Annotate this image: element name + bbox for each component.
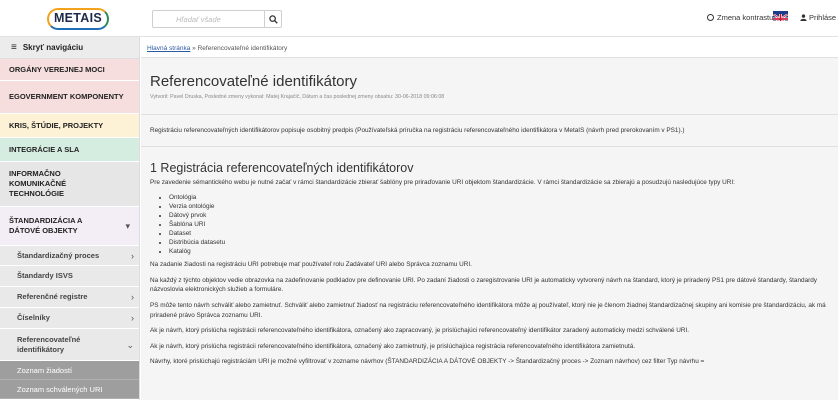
sidebar-item-label: INFORMAČNO KOMUNIKAČNÉ TECHNOLÓGIE [9,169,67,198]
login-link[interactable]: Prihláse [800,13,836,22]
sidebar-item-referencne-registre[interactable]: Referenčné registre › [0,287,139,308]
contrast-label: Zmena kontrastu [717,13,774,22]
intro-paragraph: Registráciu referencovateľných identifik… [150,127,685,134]
list-item: Dátový prvok [169,211,838,220]
uri-types-list: Ontológia Verzia ontológie Dátový prvok … [169,193,838,256]
paragraph: Na každý z týchto objektov vedie obrazov… [150,276,818,294]
sidebar-item-label: Číselníky [17,313,50,322]
sidebar: ≡ Skryť navigáciu ORGÁNY VEREJNEJ MOCI E… [0,37,140,400]
breadcrumb-separator: » [192,45,196,52]
uk-flag-icon[interactable] [773,11,788,21]
list-item: Ontológia [169,193,838,202]
sidebar-item-standardy-isvs[interactable]: Štandardy ISVS [0,266,139,287]
sidebar-item-label: Referenčné registre [17,292,88,301]
sidebar-item-organy[interactable]: ORGÁNY VEREJNEJ MOCI [0,59,139,81]
breadcrumb: Hlavná stránka » Referencovateľné identi… [141,37,838,58]
list-item: Verzia ontológie [169,202,838,211]
paragraph: Ak je návrh, ktorý prislúcha registrácii… [150,342,636,350]
sidebar-item-standardizacny-proces[interactable]: Štandardizačný proces › [0,246,139,266]
chevron-down-icon: ▾ [125,221,130,231]
search-input[interactable] [153,11,266,27]
contrast-icon [707,14,714,21]
chevron-right-icon: › [131,292,134,302]
breadcrumb-home-link[interactable]: Hlavná stránka [147,45,190,52]
divider [141,145,838,147]
list-item: Dataset [169,229,838,238]
page-body: Referencovateľné identifikátory Vytvoril… [141,73,838,367]
chevron-right-icon: › [131,250,134,261]
search-icon [268,14,278,24]
sidebar-item-label: INTEGRÁCIE A SLA [9,144,80,154]
sidebar-item-referencovatelne-identifikatory[interactable]: Referencovateľné identifikátory ⌄ [0,329,139,361]
section-heading: 1 Registrácia referencovateľných identif… [150,160,414,175]
sidebar-item-label: EGOVERNMENT KOMPONENTY [9,92,124,101]
language-flag-icon [773,13,788,21]
list-item: Distribúcia datasetu [169,238,838,247]
logo-text: METAIS [53,11,103,25]
login-label: Prihláse [809,13,837,22]
user-icon [800,14,807,21]
sidebar-item-egovernment[interactable]: EGOVERNMENT KOMPONENTY [0,81,139,114]
sidebar-item-label: Zoznam schválených URI [17,384,103,394]
metais-logo[interactable]: METAIS [47,8,109,30]
breadcrumb-current: Referencovateľné identifikátory [197,45,288,52]
list-item: Šablóna URI [169,220,838,229]
hide-navigation-label: Skryť navigáciu [22,43,84,52]
main-content: Hlavná stránka » Referencovateľné identi… [141,37,838,400]
sidebar-item-label: Štandardy ISVS [17,271,73,280]
page-title: Referencovateľné identifikátory [150,73,357,90]
sidebar-item-kris[interactable]: KRIS, ŠTÚDIE, PROJEKTY [0,114,139,138]
list-item: Katalóg [169,247,838,256]
top-bar: METAIS Zmena kontrastu [0,0,838,37]
menu-icon: ≡ [11,41,17,53]
sidebar-item-zoznam-schvalenych-uri[interactable]: Zoznam schválených URI [0,380,139,399]
contrast-toggle[interactable]: Zmena kontrastu [707,13,773,22]
paragraph: Ak je návrh, ktorý prislúcha registrácii… [150,327,690,335]
sidebar-item-zoznam-ziadosti[interactable]: Zoznam žiadostí [0,361,139,380]
sidebar-item-label: Štandardizačný proces [17,250,100,260]
sidebar-item-label: KRIS, ŠTÚDIE, PROJEKTY [9,120,104,130]
sidebar-item-label: ORGÁNY VEREJNEJ MOCI [9,64,105,74]
search-box [152,10,282,28]
paragraph: Na zadanie žiadosti na registráciu URI p… [150,261,472,269]
sidebar-item-label: Zoznam žiadostí [17,365,73,375]
chevron-down-icon: ⌄ [126,339,134,350]
sidebar-item-ikt[interactable]: INFORMAČNO KOMUNIKAČNÉ TECHNOLÓGIE [0,162,139,207]
hide-navigation-button[interactable]: ≡ Skryť navigáciu [0,37,139,59]
sidebar-item-label: Referencovateľné identifikátory [17,334,81,354]
sidebar-item-integracie[interactable]: INTEGRÁCIE A SLA [0,138,139,162]
sidebar-item-standardizacia[interactable]: ŠTANDARDIZÁCIA A DÁTOVÉ OBJEKTY ▾ [0,207,139,246]
sidebar-item-ciselniky[interactable]: Číselníky › [0,308,139,329]
page-meta: Vytvoril: Pavel Druska, Posledné zmeny v… [150,94,445,100]
divider [141,114,838,115]
chevron-right-icon: › [131,313,134,323]
paragraph: Návrhy, ktoré prislúchajú registráciám U… [150,358,705,366]
search-button[interactable] [264,11,281,27]
sidebar-item-label: ŠTANDARDIZÁCIA A DÁTOVÉ OBJEKTY [9,216,83,235]
section-paragraph: Pre zavedenie sémantického webu je nutné… [150,178,735,186]
paragraph: PS môže tento návrh schváliť alebo zamie… [150,301,826,319]
